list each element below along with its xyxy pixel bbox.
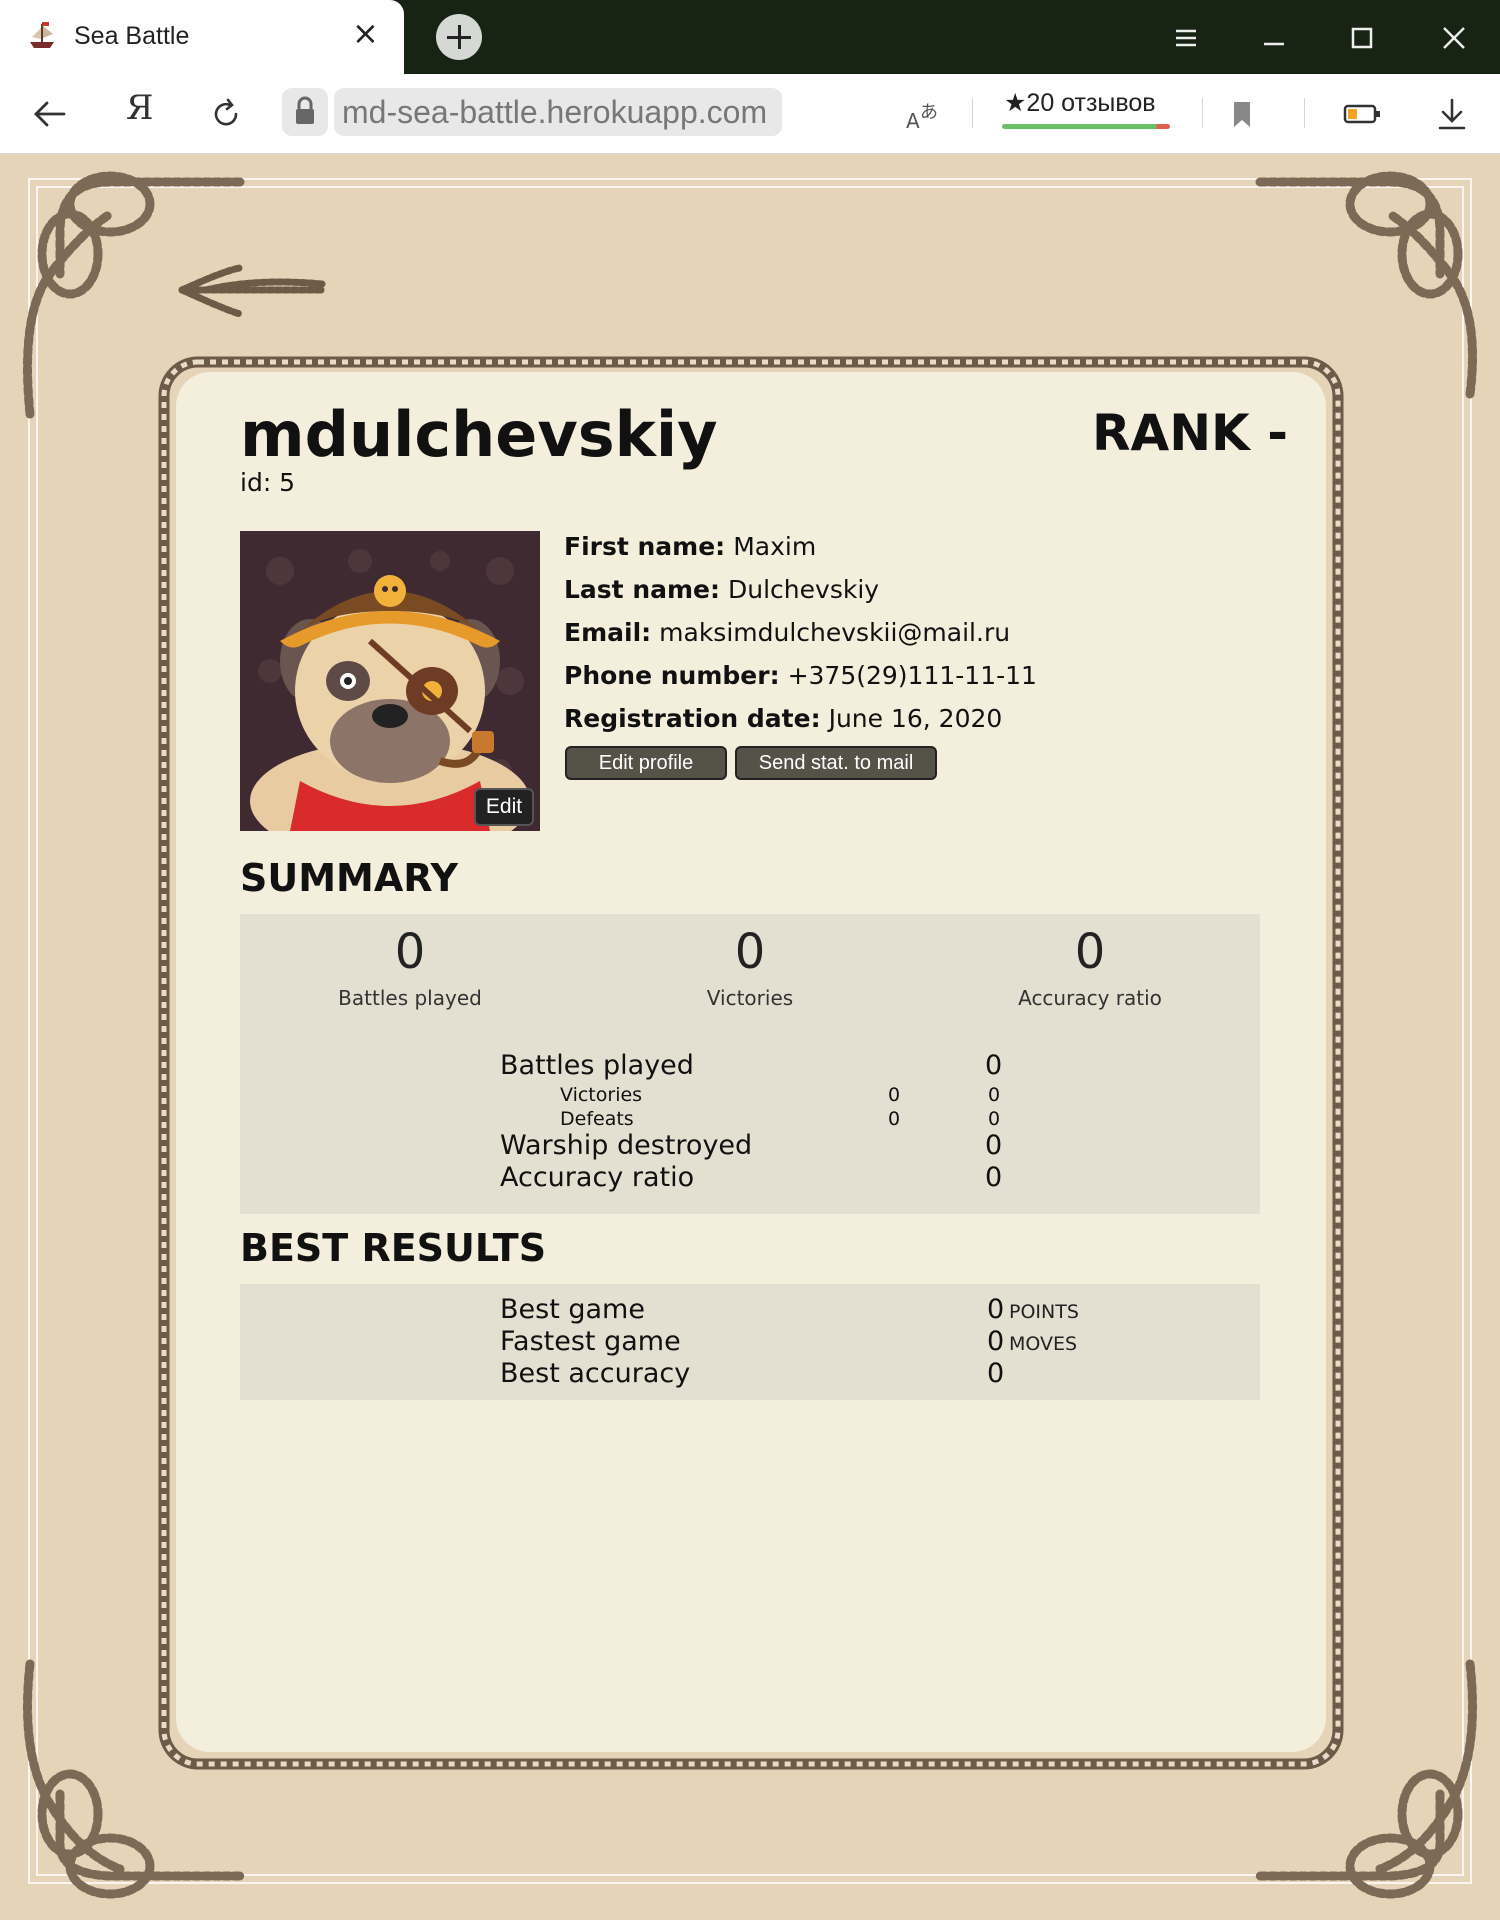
phone-value: +375(29)111-11-11 (787, 661, 1037, 690)
email-value: maksimdulchevskii@mail.ru (659, 618, 1011, 647)
address-text[interactable]: md-sea-battle.herokuapp.com (342, 94, 767, 131)
summary-battles-value: 0 (394, 924, 426, 980)
fastest-game-label: Fastest game (500, 1326, 681, 1357)
summary-victories-label: Victories (706, 986, 794, 1010)
fastest-game-value: 0 (987, 1326, 1005, 1357)
pirate-pug-avatar-icon (240, 531, 540, 831)
first-name-label: First name: (564, 532, 726, 561)
toolbar-divider (1304, 98, 1305, 128)
tab-title: Sea Battle (74, 22, 190, 50)
fastest-game-unit: MOVES (1009, 1333, 1078, 1355)
avatar (240, 531, 540, 831)
first-name-value: Maxim (733, 532, 817, 561)
browser-tab[interactable]: Sea Battle × (0, 0, 404, 74)
rank-label: RANK - (1092, 404, 1288, 462)
summary-victories-value: 0 (734, 924, 766, 980)
warship-destroyed-value: 0 (985, 1130, 1003, 1161)
registration-value: June 16, 2020 (828, 704, 1003, 733)
summary-accuracy-label: Accuracy ratio (1018, 986, 1162, 1010)
last-name-value: Dulchevskiy (728, 575, 880, 604)
yandex-icon[interactable]: Я (126, 88, 153, 128)
accuracy-ratio-value: 0 (985, 1162, 1003, 1193)
defeats-label: Defeats (560, 1108, 634, 1130)
username-heading: mdulchevskiy (240, 398, 718, 471)
translate-icon[interactable]: Aあ (904, 96, 944, 136)
defeats-value-b: 0 (988, 1108, 1001, 1130)
best-results-heading: BEST RESULTS (240, 1226, 547, 1270)
last-name-label: Last name: (564, 575, 721, 604)
reload-icon[interactable] (206, 94, 246, 134)
lock-icon[interactable] (282, 88, 328, 136)
tab-close-icon[interactable]: × (352, 14, 379, 52)
close-window-icon[interactable] (1434, 18, 1474, 58)
browser-tab-bar: Sea Battle × (0, 0, 1500, 74)
avatar-edit-button[interactable]: Edit (474, 788, 534, 826)
phone-label: Phone number: (564, 661, 780, 690)
last-name-row: Last name: Dulchevskiy (564, 575, 879, 604)
registration-label: Registration date: (564, 704, 821, 733)
victories-label: Victories (560, 1084, 643, 1106)
defeats-value-a: 0 (888, 1108, 901, 1130)
best-game-unit: POINTS (1009, 1301, 1079, 1323)
email-row: Email: maksimdulchevskii@mail.ru (564, 618, 1010, 647)
edit-profile-button[interactable]: Edit profile (565, 746, 727, 780)
warship-destroyed-label: Warship destroyed (500, 1130, 753, 1161)
new-tab-button[interactable] (436, 14, 482, 60)
battles-played-value: 0 (985, 1050, 1003, 1081)
back-arrow-icon[interactable] (176, 258, 326, 318)
bookmark-icon[interactable] (1222, 94, 1262, 134)
send-stat-button[interactable]: Send stat. to mail (735, 746, 937, 780)
best-game-label: Best game (500, 1294, 645, 1325)
battery-icon[interactable] (1342, 94, 1382, 134)
pirate-ship-icon (30, 22, 54, 48)
minimize-icon[interactable] (1254, 18, 1294, 58)
back-icon[interactable] (30, 94, 70, 134)
toolbar-divider (1202, 98, 1203, 128)
reviews-rating-bar (1002, 124, 1170, 129)
download-icon[interactable] (1432, 94, 1472, 134)
menu-icon[interactable] (1166, 18, 1206, 58)
summary-accuracy-value: 0 (1074, 924, 1106, 980)
victories-value-a: 0 (888, 1084, 901, 1106)
summary-battles-label: Battles played (338, 986, 482, 1010)
accuracy-ratio-label: Accuracy ratio (500, 1162, 695, 1193)
registration-row: Registration date: June 16, 2020 (564, 704, 1002, 733)
best-accuracy-value: 0 (987, 1358, 1005, 1389)
best-game-value: 0 (987, 1294, 1005, 1325)
reviews-label: ★20 отзывов (1004, 89, 1156, 117)
maximize-icon[interactable] (1342, 18, 1382, 58)
first-name-row: First name: Maxim (564, 532, 816, 561)
toolbar-divider (972, 98, 973, 128)
best-results-panel (240, 1284, 1260, 1400)
user-id: id: 5 (240, 468, 296, 497)
battles-played-label: Battles played (500, 1050, 694, 1081)
reviews-widget[interactable]: ★20 отзывов (1002, 86, 1172, 132)
victories-value-b: 0 (988, 1084, 1001, 1106)
email-label: Email: (564, 618, 652, 647)
phone-row: Phone number: +375(29)111-11-11 (564, 661, 1037, 690)
svg-text:あ: あ (920, 102, 938, 123)
svg-text:A: A (906, 109, 920, 133)
summary-heading: SUMMARY (240, 856, 458, 900)
best-accuracy-label: Best accuracy (500, 1358, 691, 1389)
